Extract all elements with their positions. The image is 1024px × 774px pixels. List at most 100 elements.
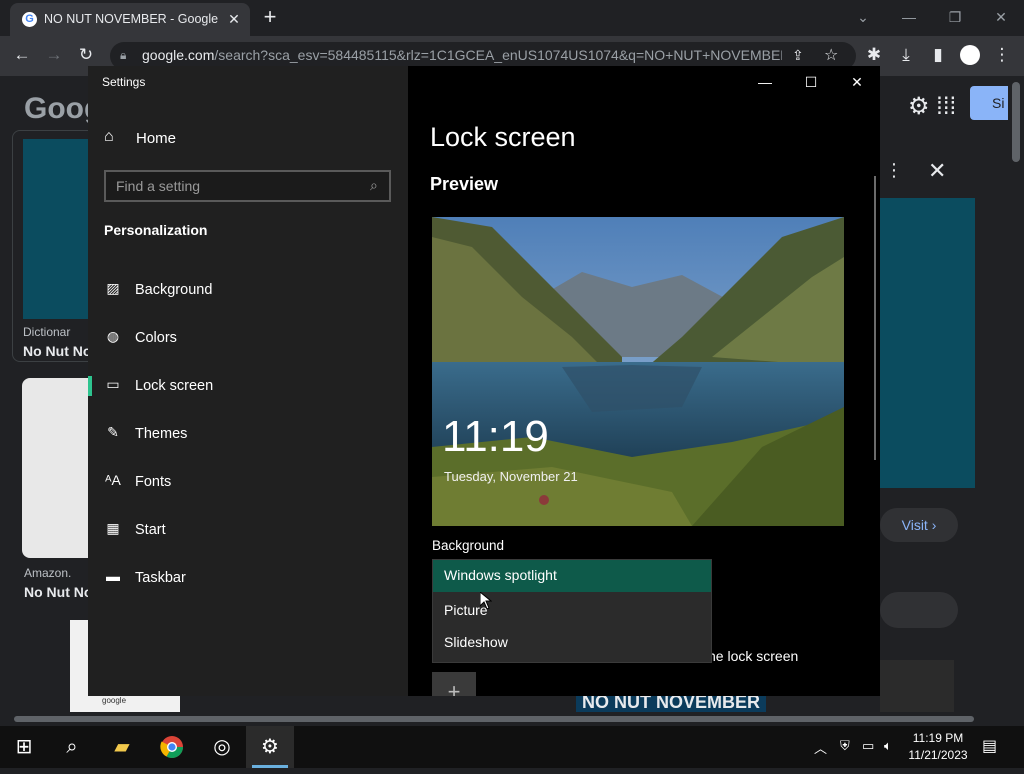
page-title: Lock screen <box>430 122 576 152</box>
taskbar-icon: ▬ <box>106 568 120 584</box>
settings-nav-pane: Settings ⌂ Home Find a setting ⌕ Persona… <box>88 66 408 696</box>
option-label: Slideshow <box>444 634 508 650</box>
extensions-icon[interactable]: ✱ <box>862 43 886 67</box>
show-hidden-icons-icon[interactable]: ︿ <box>814 738 827 757</box>
search-icon: ⌕ <box>370 177 378 193</box>
preview-image[interactable] <box>880 198 975 488</box>
browser-tab[interactable]: G NO NUT NOVEMBER - Google S ✕ <box>10 3 250 36</box>
image-icon: ▨ <box>106 280 120 296</box>
windows-taskbar: ⊞ ⌕ ▰ ◎ ⚙ ︿ ⛨ ▭ 🔈︎ 11:19 PM 11/21/2023 ▤ <box>0 726 1024 768</box>
palette-icon: ◍ <box>106 328 120 344</box>
option-windows-spotlight[interactable]: Windows spotlight <box>433 560 711 592</box>
result-source: Dictionar <box>23 325 71 339</box>
nav-item-colors[interactable]: ◍ Colors <box>88 318 408 358</box>
add-app-button[interactable]: + <box>432 672 476 696</box>
browser-menu-icon[interactable]: ⋮ <box>990 43 1014 67</box>
close-browser-icon[interactable]: ✕ <box>978 4 1024 30</box>
restore-browser-icon[interactable]: ❐ <box>932 4 978 30</box>
option-slideshow[interactable]: Slideshow <box>433 627 711 659</box>
lock-screen-preview: 11:19 Tuesday, November 21 <box>432 217 844 526</box>
profile-avatar[interactable] <box>960 45 980 65</box>
new-tab-button[interactable]: + <box>258 5 282 29</box>
bookmark-star-icon[interactable]: ☆ <box>824 45 838 65</box>
related-search-pill[interactable] <box>880 592 958 628</box>
nav-item-label: Start <box>135 522 166 538</box>
nav-item-label: Lock screen <box>135 378 214 394</box>
sign-in-button[interactable]: Si <box>970 86 1010 120</box>
preview-date: Tuesday, November 21 <box>444 469 578 484</box>
download-icon[interactable]: ⤓ <box>894 43 918 67</box>
nav-item-start[interactable]: ▦ Start <box>88 510 408 550</box>
close-icon[interactable]: ✕ <box>834 68 880 96</box>
content-scrollbar[interactable] <box>874 176 876 460</box>
selected-indicator <box>88 376 92 396</box>
windows-start-icon[interactable]: ⊞ <box>0 726 48 768</box>
section-heading: Personalization <box>104 222 208 238</box>
brush-icon: ✎ <box>107 424 119 440</box>
minimize-browser-icon[interactable]: — <box>886 4 932 30</box>
result-title[interactable]: No Nut No <box>24 584 92 600</box>
forward-icon[interactable]: → <box>42 43 66 67</box>
home-nav-item[interactable]: ⌂ Home <box>104 128 394 152</box>
file-explorer-icon[interactable]: ▰ <box>98 726 146 768</box>
mouse-cursor-icon <box>480 592 492 610</box>
nav-item-fonts[interactable]: ᴬA Fonts <box>88 462 408 502</box>
thumbnail-caption: google <box>102 696 127 705</box>
lock-icon: 🔒︎ <box>120 48 127 62</box>
nav-item-taskbar[interactable]: ▬ Taskbar <box>88 558 408 598</box>
horizontal-scrollbar[interactable] <box>0 712 1008 726</box>
search-placeholder: Find a setting <box>116 178 201 194</box>
share-icon[interactable]: ⇪ <box>792 47 804 64</box>
option-picture[interactable]: Picture <box>433 595 711 627</box>
preview-heading: Preview <box>430 174 499 194</box>
result-source: Amazon. <box>24 566 72 580</box>
home-label: Home <box>136 130 177 147</box>
security-shield-icon[interactable]: ⛨ <box>840 738 850 754</box>
taskbar-time[interactable]: 11:19 PM <box>900 731 976 745</box>
volume-muted-icon[interactable]: 🔈︎ <box>884 738 892 754</box>
preview-clock: 11:19 <box>442 412 549 461</box>
settings-gear-icon[interactable]: ⚙ ⁞⁞⁞ <box>908 92 956 121</box>
search-icon[interactable]: ⌕ <box>48 726 96 768</box>
maximize-icon[interactable]: ☐ <box>788 68 834 96</box>
more-options-icon[interactable]: ⋮ <box>885 160 903 181</box>
obs-recorder-icon[interactable]: ◎ <box>198 726 246 768</box>
tab-search-icon[interactable]: ⌄ <box>840 4 886 30</box>
chrome-icon[interactable] <box>148 726 196 768</box>
settings-gear-icon[interactable]: ⚙ <box>246 726 294 768</box>
notification-center-icon[interactable]: ▤ <box>982 736 1002 756</box>
tab-close-icon[interactable]: ✕ <box>224 9 244 29</box>
font-icon: ᴬA <box>105 472 121 488</box>
vertical-scrollbar[interactable] <box>1008 76 1024 712</box>
close-preview-icon[interactable]: ✕ <box>928 158 946 184</box>
home-icon: ⌂ <box>104 128 114 145</box>
background-label: Background <box>432 538 505 553</box>
side-panel-icon[interactable]: ▮ <box>926 43 950 67</box>
tab-title: NO NUT NOVEMBER - Google S <box>44 12 222 26</box>
start-icon: ▦ <box>106 520 120 536</box>
nav-item-background[interactable]: ▨ Background <box>88 270 408 310</box>
network-icon[interactable]: ▭ <box>862 738 874 754</box>
find-setting-input[interactable]: Find a setting ⌕ <box>104 170 391 202</box>
nav-item-lock-screen[interactable]: ▭ Lock screen <box>88 366 408 406</box>
url-text: google.com/search?sca_esv=584485115&rlz=… <box>142 47 782 63</box>
nav-item-label: Background <box>135 282 213 298</box>
related-thumbnail[interactable] <box>880 660 954 712</box>
setting-text-partial: he lock screen <box>708 648 799 664</box>
google-favicon-icon: G <box>22 12 37 27</box>
nav-item-label: Fonts <box>135 474 172 490</box>
background-dropdown-list[interactable]: Windows spotlight Picture Slideshow <box>432 559 712 663</box>
visit-button[interactable]: Visit › <box>880 508 958 542</box>
lock-screen-icon: ▭ <box>106 376 120 392</box>
result-title: No Nut No <box>23 343 92 359</box>
scrollbar-thumb[interactable] <box>1012 82 1020 162</box>
nav-item-themes[interactable]: ✎ Themes <box>88 414 408 454</box>
taskbar-date[interactable]: 11/21/2023 <box>900 748 976 762</box>
back-icon[interactable]: ← <box>10 43 34 67</box>
minimize-icon[interactable]: — <box>742 68 788 96</box>
settings-content-pane: — ☐ ✕ Lock screen Preview 11:19 Tuesday,… <box>408 66 880 696</box>
reload-icon[interactable]: ↻ <box>74 43 98 67</box>
scrollbar-thumb[interactable] <box>14 716 974 722</box>
nav-item-label: Taskbar <box>135 570 186 586</box>
option-label: Windows spotlight <box>444 567 557 583</box>
